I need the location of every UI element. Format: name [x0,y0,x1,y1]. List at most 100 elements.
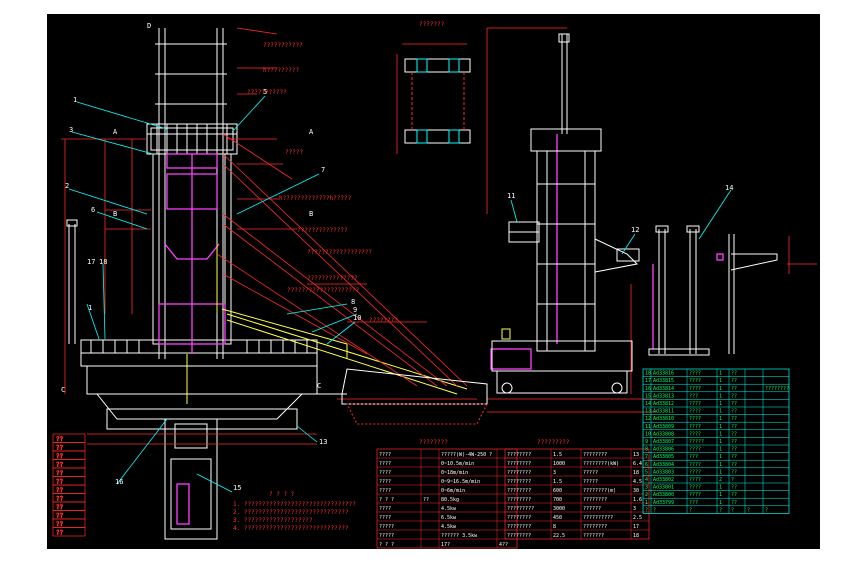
leader-lines [68,95,732,493]
parts-row-cell: 11 [645,424,651,430]
spec-left-cell: ???? [379,488,391,494]
callout-18: 18 [99,258,107,266]
leader-text-7: ?????????????????? [307,249,372,256]
parts-row-cell: ???? [689,401,701,407]
parts-row-cell: 1 [719,462,722,468]
parts-row-cell: 18 [645,371,651,377]
parts-row-cell: 1 [719,469,722,475]
parts-row-cell: ?? [731,378,737,384]
parts-row-cell: Ad33808 [653,431,674,437]
parts-row-cell: Ad33805 [653,454,674,460]
spec-right-cell: ???????? [583,452,607,458]
parts-row-cell: Ad33810 [653,416,674,422]
spec-left-cell: 0~18m/min [441,470,468,476]
boom-tubes [186,244,511,404]
parts-row-cell: 1 [719,409,722,415]
parts-row-cell: ?? [731,439,737,445]
spec-right-cell: ???????? [507,497,531,503]
parts-row-cell: ???? [689,378,701,384]
parts-list-table: 18 Ad33816???? 1 ??17 Ad33815???? 1 ??16 Ad3381… [642,368,790,514]
parts-row-cell: ???? [689,386,701,392]
parts-row-cell: 6 [645,462,648,468]
legend-cell-text: ?? [56,487,64,494]
spec-right-cell: ????? [583,470,598,476]
callout-11: 11 [507,192,515,200]
inclined-ramp [317,368,488,425]
section-mark-c-left: C [61,386,65,394]
legend-cell-text: ?? [56,445,64,452]
parts-row-cell: 7 [645,454,648,460]
parts-row-cell: ???? [689,416,701,422]
spec-left-cell: ? ? ? [379,542,394,548]
parts-row-cell: Ad33799 [653,500,674,506]
parts-row-cell: 1 [719,386,722,392]
leader-text-4: ????? [285,149,303,156]
legend-cell-text: ?? [56,479,64,486]
parts-row-cell: ??? [689,454,698,460]
parts-row-cell: ?? [731,454,737,460]
spec-right-cell: ????????? [507,506,534,512]
parts-row-cell: 1 [645,500,648,506]
callout-14: 14 [725,184,733,192]
spec-left-cell: 80.5kg [441,497,459,503]
leader-text-1: ??????????? [263,42,303,49]
legend-cell-text: ?? [56,436,64,443]
legend-cell-text: ?? [56,504,64,511]
spec-right-cell: 3 [553,470,556,476]
parts-row-cell: 9 [645,439,648,445]
parts-row-cell: ?? [731,431,737,437]
callout-8: 8 [351,298,355,306]
annotation-texts: ??????? ??????????? h????????? ?????????… [247,21,445,324]
parts-row-cell: 15 [645,393,651,399]
spec-right-cell: 1000 [553,461,565,467]
callout-6: 6 [91,206,95,214]
parts-row-cell: ???? [689,371,701,377]
parts-row-cell: Ad33815 [653,378,674,384]
callout-2: 2 [65,182,69,190]
notes-line-1: 1. ??????????????????????????????? [233,501,356,508]
legend-cell-text: ?? [56,453,64,460]
leader-text-9: ???????????????????? [287,287,360,294]
parts-row-cell: Ad33813 [653,393,674,399]
parts-row-cell: 14 [645,401,651,407]
spec-right-cell: 6.4 [633,461,642,467]
parts-row-cell: 1 [719,492,722,498]
spec-left-cell: ???? [379,506,391,512]
callout-3: 3 [69,126,73,134]
parts-row-cell: Ad33811 [653,409,674,415]
leader-text-2: h????????? [263,67,300,74]
spec-right-cell: ?????????? [583,515,613,521]
parts-row-cell: ???? [689,485,701,491]
parts-row-cell: ?? [731,371,737,377]
parts-row-cell: ? [689,507,692,513]
parts-row-cell: 17 [645,378,651,384]
parts-row-cell: ? [653,507,656,513]
right-frame-structure [491,33,640,394]
spec-left-cell: ???? [379,461,391,467]
parts-row-cell: Ad33806 [653,447,674,453]
parts-row-cell: ?? [731,409,737,415]
notes-line-3: 3. ??????????????????? [233,517,313,524]
rope-lines [61,27,817,445]
spec-right-cell: ??????? [583,533,604,539]
left-legend-box: ???????????????????????? [52,433,86,537]
cad-viewport[interactable]: 1 3 2 6 1 5 7 8 9 10 13 15 16 17 18 A A … [47,14,820,549]
top-detail-label: ??????? [419,21,445,28]
notes-title: ? ? ? ? [269,491,295,498]
parts-row-cell: Ad33804 [653,462,674,468]
spec-right-cell: 30 [633,488,639,494]
spec-right-cell: 1.5 [553,452,562,458]
parts-row-cell: 1 [719,378,722,384]
parts-row-cell: ? [719,507,722,513]
spec-left-cell: 0~6m/min [441,488,465,494]
parts-row-cell: 4 [645,477,648,483]
section-mark-d: D [147,22,151,30]
spec-right-cell: ????????(kW) [583,461,619,467]
parts-row-cell: ? [747,507,750,513]
parts-row-cell: ?? [731,447,737,453]
spec-left-cell: ????? [379,533,394,539]
parts-row-cell: Ad33812 [653,401,674,407]
spec-table-right: ???????? 1.5???????? 1 3???????? 1000???????… [504,448,650,540]
spec-right-cell: ???????? [507,479,531,485]
parts-row-cell: ??? [689,500,698,506]
